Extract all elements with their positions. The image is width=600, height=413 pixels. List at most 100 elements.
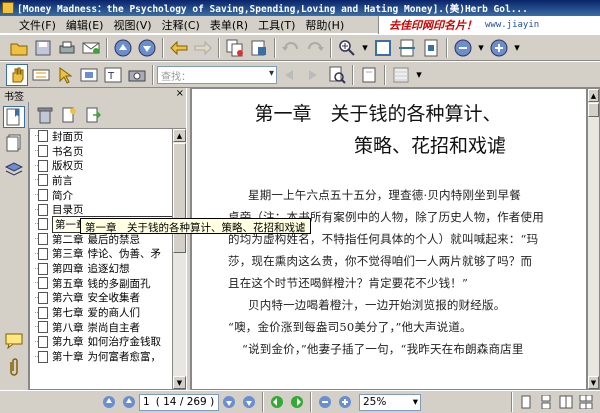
bookmark-label: 简介 (52, 189, 73, 202)
page-tool-icon[interactable] (248, 37, 270, 59)
zoom-in-icon[interactable] (336, 37, 358, 59)
find-prev-icon[interactable] (278, 64, 300, 86)
pattern-icon[interactable] (390, 64, 412, 86)
search-document-icon[interactable] (326, 64, 348, 86)
menu-tools[interactable]: 工具(T) (253, 17, 300, 33)
find-next-icon[interactable] (302, 64, 324, 86)
actual-size-icon[interactable] (420, 37, 442, 59)
menu-view[interactable]: 视图(V) (108, 17, 156, 33)
previous-page-icon[interactable] (112, 37, 134, 59)
email-icon[interactable] (80, 37, 102, 59)
bookmark-item[interactable]: 第五章 钱的多副面孔 (30, 276, 172, 291)
page-number-field[interactable]: 1 ( 14 / 269 ) (139, 393, 219, 411)
bookmark-tree[interactable]: 封面页书名页版权页前言简介目录页第一章关于钱的各种算计、策略、花招和戏谑第二章最… (29, 128, 173, 390)
hand-tool-icon[interactable] (6, 63, 28, 86)
document-scrollbar[interactable]: ▲ ▼ (587, 88, 600, 390)
camera-icon[interactable] (126, 64, 148, 86)
continuous-facing-view-icon[interactable] (577, 393, 595, 411)
bookmark-item[interactable]: 前言 (30, 173, 172, 188)
menu-form[interactable]: 表单(R) (205, 17, 253, 33)
bookmark-chapter-number: 第五章 (52, 277, 84, 290)
document-view[interactable]: 第一章 关于钱的各种算计、 策略、花招和戏谑 星期一上午六点五十五分，理查德·贝… (191, 88, 587, 390)
scroll-up-arrow-icon[interactable]: ▲ (173, 129, 186, 142)
zoom-level-select[interactable]: 25% (359, 393, 421, 411)
zoom-out-status-icon[interactable] (316, 393, 334, 411)
first-page-icon[interactable] (100, 393, 118, 411)
dropdown-icon[interactable]: ▾ (476, 37, 486, 59)
close-panel-icon[interactable]: × (176, 88, 184, 99)
copy-page-icon[interactable] (224, 37, 246, 59)
bookmark-text: 第七章 爱的商人们 (52, 305, 140, 320)
menu-file[interactable]: 文件(F) (14, 17, 61, 33)
bookmark-item[interactable]: 版权页 (30, 158, 172, 173)
menu-help[interactable]: 帮助(H) (300, 17, 349, 33)
bookmarks-tab-icon[interactable] (3, 106, 25, 128)
next-page-status-icon[interactable] (220, 393, 238, 411)
single-page-view-icon[interactable] (517, 393, 535, 411)
last-page-icon[interactable] (240, 393, 258, 411)
continuous-view-icon[interactable] (537, 393, 555, 411)
secondary-toolbar: T 查找： ▾ (0, 61, 600, 88)
menu-edit[interactable]: 编辑(E) (61, 17, 109, 33)
bookmark-item[interactable]: 第六章 安全收集者 (30, 291, 172, 306)
zoom-out-button-icon[interactable] (452, 37, 474, 59)
bookmark-text: 书名页 (52, 144, 84, 159)
undo-icon[interactable] (280, 37, 302, 59)
scroll-up-arrow-icon[interactable]: ▲ (588, 89, 599, 102)
bookmark-item[interactable]: 第八章 崇尚自主者 (30, 320, 172, 335)
save-icon[interactable] (32, 37, 54, 59)
bookmark-scrollbar[interactable]: ▲ ▼ (173, 128, 186, 390)
layers-tab-icon[interactable] (3, 158, 25, 180)
forward-arrow-icon[interactable] (192, 37, 214, 59)
menu-comment[interactable]: 注释(C) (157, 17, 205, 33)
bookmark-item[interactable]: 第三章 悖论、伪善、矛 (30, 247, 172, 262)
ad-banner[interactable]: 去佳印网印名片！ www.jiayin (378, 16, 600, 34)
bookmark-item[interactable]: 第七章 爱的商人们 (30, 305, 172, 320)
bookmark-item[interactable]: 书名页 (30, 144, 172, 159)
bookmark-item[interactable]: 封面页 (30, 129, 172, 144)
separator (330, 37, 332, 58)
bookmark-text: 第五章 钱的多副面孔 (52, 276, 151, 291)
snapshot-icon[interactable] (78, 64, 100, 86)
prev-page-status-icon[interactable] (120, 393, 138, 411)
print-icon[interactable] (56, 37, 78, 59)
new-bookmark-icon[interactable] (58, 104, 80, 126)
select-arrow-icon[interactable] (54, 64, 76, 86)
dropdown-icon[interactable]: ▾ (414, 64, 424, 86)
bookmark-item[interactable]: 第四章 追逐幻想 (30, 261, 172, 276)
scrollbar-thumb[interactable] (588, 103, 599, 117)
scroll-down-arrow-icon[interactable]: ▼ (588, 376, 599, 389)
pages-tab-icon[interactable] (3, 132, 25, 154)
separator (310, 392, 312, 412)
bookmark-item[interactable]: 第十章 为何富者愈富， (30, 349, 172, 364)
zoom-in-status-icon[interactable] (336, 393, 354, 411)
bookmark-item[interactable]: 第九章 如何治疗金钱取 (30, 335, 172, 350)
bookmark-item[interactable]: 目录页 (30, 202, 172, 217)
bookmark-label: 如何治疗金钱取 (87, 336, 162, 349)
fit-width-icon[interactable] (396, 37, 418, 59)
back-arrow-icon[interactable] (168, 37, 190, 59)
text-box-icon[interactable]: T (102, 64, 124, 86)
attachment-tab-icon[interactable] (3, 356, 25, 378)
bookmark-chapter-number: 第六章 (52, 292, 84, 305)
open-folder-icon[interactable] (8, 37, 30, 59)
next-page-icon[interactable] (136, 37, 158, 59)
zoom-in-button-icon[interactable] (488, 37, 510, 59)
zoom-dropdown-icon[interactable]: ▾ (360, 37, 370, 59)
nav-back-icon[interactable] (268, 393, 286, 411)
expand-bookmark-icon[interactable] (82, 104, 104, 126)
fit-page-icon[interactable] (372, 37, 394, 59)
scroll-down-arrow-icon[interactable]: ▼ (173, 376, 186, 389)
redo-icon[interactable] (304, 37, 326, 59)
delete-bookmark-icon[interactable] (34, 104, 56, 126)
rotate-icon[interactable] (358, 64, 380, 86)
comments-tab-icon[interactable] (3, 330, 25, 352)
bookmark-item[interactable]: 简介 (30, 188, 172, 203)
scrollbar-thumb[interactable] (173, 143, 186, 253)
dropdown-icon[interactable]: ▾ (512, 37, 522, 59)
facing-view-icon[interactable] (557, 393, 575, 411)
find-input[interactable]: 查找： (157, 65, 277, 84)
select-text-icon[interactable] (30, 64, 52, 86)
nav-forward-icon[interactable] (288, 393, 306, 411)
page-current[interactable]: 1 (143, 396, 150, 408)
